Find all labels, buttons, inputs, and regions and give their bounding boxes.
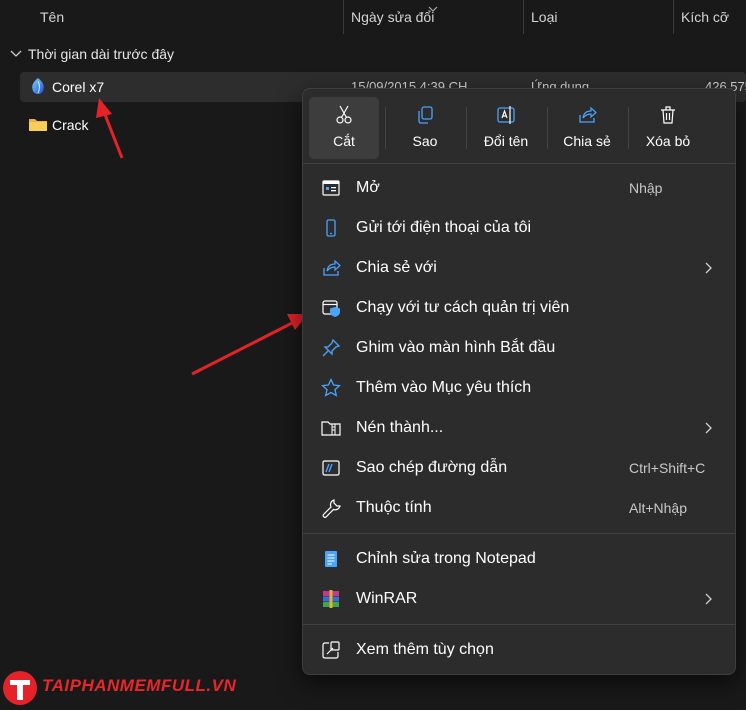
menu-item-add-to-favorites[interactable]: Thêm vào Mục yêu thích xyxy=(309,370,729,406)
watermark-text: TAIPHANMEMFULL.VN xyxy=(42,676,237,695)
cut-button[interactable]: Cắt xyxy=(309,97,379,159)
menu-item-label: Chỉnh sửa trong Notepad xyxy=(356,550,536,567)
copy-button[interactable]: Sao xyxy=(390,97,460,159)
menu-separator xyxy=(303,163,735,164)
trash-icon xyxy=(661,106,675,124)
scissors-icon xyxy=(336,105,352,124)
toolbar-divider xyxy=(547,107,548,149)
menu-item-open[interactable]: Mở Nhập xyxy=(309,170,729,206)
share-button[interactable]: Chia sẻ xyxy=(552,97,622,159)
menu-item-label: Chia sẻ với xyxy=(356,259,437,276)
rename-button[interactable]: Đổi tên xyxy=(471,97,541,159)
copy-path-icon xyxy=(322,460,340,476)
menu-item-edit-in-notepad[interactable]: Chỉnh sửa trong Notepad xyxy=(309,541,729,577)
share-icon xyxy=(579,106,597,123)
menu-item-shortcut: Alt+Nhập xyxy=(629,500,687,516)
copy-icon xyxy=(418,106,433,124)
menu-item-label: WinRAR xyxy=(356,590,418,607)
menu-item-label: Nén thành... xyxy=(356,419,444,436)
delete-label: Xóa bỏ xyxy=(645,133,691,149)
menu-item-send-to-phone[interactable]: Gửi tới điện thoại của tôi xyxy=(309,210,729,246)
rename-icon xyxy=(497,106,515,124)
menu-item-shortcut: Nhập xyxy=(629,180,663,196)
menu-item-compress-to[interactable]: Nén thành... xyxy=(309,410,729,446)
chevron-right-icon xyxy=(705,593,712,605)
toolbar-divider xyxy=(466,107,467,149)
menu-item-label: Gửi tới điện thoại của tôi xyxy=(356,219,532,236)
menu-item-run-as-admin[interactable]: Chạy với tư cách quản trị viên xyxy=(309,290,729,326)
menu-item-shortcut: Ctrl+Shift+C xyxy=(629,460,706,476)
admin-shield-icon xyxy=(322,300,340,317)
delete-button[interactable]: Xóa bỏ xyxy=(633,97,703,159)
menu-item-label: Ghim vào màn hình Bắt đầu xyxy=(356,339,556,356)
wrench-icon xyxy=(322,499,341,518)
menu-separator xyxy=(303,624,735,625)
context-menu: Cắt Sao Đổi tên Chia sẻ Xóa bỏ Mở Nhập G… xyxy=(302,88,736,675)
chevron-right-icon xyxy=(705,422,712,434)
winrar-icon xyxy=(323,590,339,608)
menu-item-label: Xem thêm tùy chọn xyxy=(356,641,494,658)
menu-item-label: Sao chép đường dẫn xyxy=(356,459,508,476)
menu-item-copy-as-path[interactable]: Sao chép đường dẫn Ctrl+Shift+C xyxy=(309,450,729,486)
menu-item-winrar[interactable]: WinRAR xyxy=(309,581,729,617)
toolbar-divider xyxy=(628,107,629,149)
star-icon xyxy=(321,378,341,397)
rename-label: Đổi tên xyxy=(483,133,529,149)
chevron-right-icon xyxy=(705,262,712,274)
red-arrow-right xyxy=(191,314,308,376)
compress-icon xyxy=(321,421,341,436)
menu-separator xyxy=(303,533,735,534)
share-label: Chia sẻ xyxy=(563,133,611,149)
cut-label: Cắt xyxy=(333,133,355,149)
pin-icon xyxy=(322,338,341,357)
menu-item-label: Mở xyxy=(356,179,380,196)
menu-item-show-more-options[interactable]: Xem thêm tùy chọn xyxy=(309,632,729,668)
phone-icon xyxy=(326,219,336,237)
notepad-icon xyxy=(325,551,337,567)
menu-item-label: Chạy với tư cách quản trị viên xyxy=(356,299,570,316)
open-app-icon xyxy=(322,180,340,196)
menu-item-share-with[interactable]: Chia sẻ với xyxy=(309,250,729,286)
menu-item-label: Thêm vào Mục yêu thích xyxy=(356,379,532,396)
menu-item-label: Thuộc tính xyxy=(356,499,432,516)
copy-label: Sao xyxy=(412,133,438,149)
menu-item-pin-to-start[interactable]: Ghim vào màn hình Bắt đầu xyxy=(309,330,729,366)
more-options-icon xyxy=(322,641,340,659)
share-with-icon xyxy=(323,259,341,276)
menu-item-properties[interactable]: Thuộc tính Alt+Nhập xyxy=(309,490,729,526)
toolbar-divider xyxy=(385,107,386,149)
red-arrow-up xyxy=(96,98,124,159)
